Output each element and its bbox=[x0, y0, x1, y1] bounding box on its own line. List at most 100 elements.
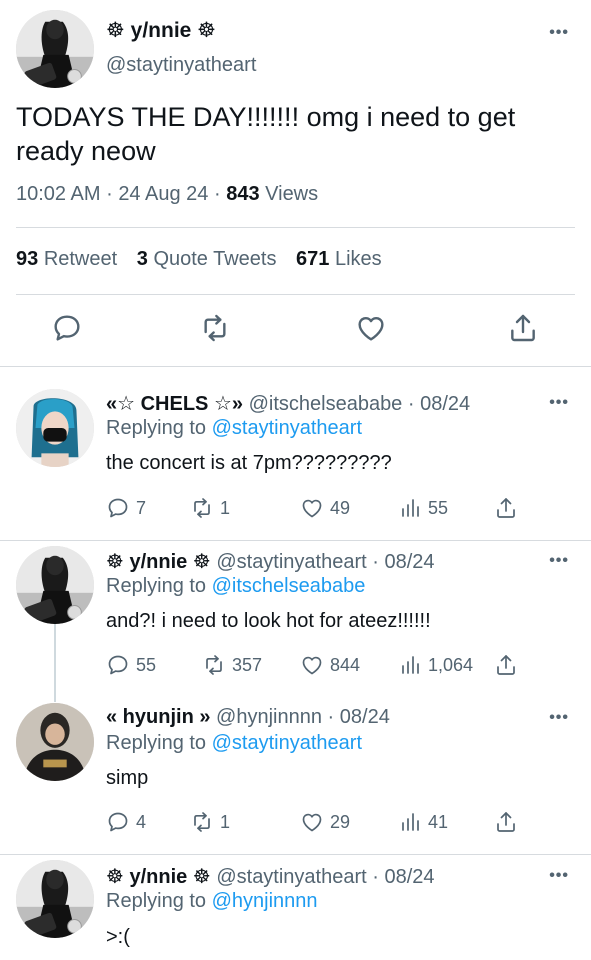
like-button[interactable]: 49 bbox=[300, 495, 350, 521]
reply-date: 08/24 bbox=[339, 706, 390, 728]
display-name[interactable]: ☸ y/nnie ☸ bbox=[106, 866, 211, 888]
reply-date: 08/24 bbox=[384, 866, 435, 888]
reply-text: simp bbox=[106, 767, 149, 789]
reply-text: >:( bbox=[106, 926, 130, 948]
heart-icon bbox=[300, 810, 324, 834]
reply-icon[interactable] bbox=[51, 312, 83, 344]
reply-header: ☸ y/nnie ☸ @staytinyatheart · 08/24 bbox=[106, 551, 435, 573]
reply-header: «☆ CHELS ☆» @itschelseababe · 08/24 bbox=[106, 393, 471, 415]
views-label: Views bbox=[265, 183, 319, 205]
separator: · bbox=[106, 183, 113, 205]
display-name[interactable]: «☆ CHELS ☆» bbox=[106, 393, 243, 415]
avatar[interactable] bbox=[16, 546, 94, 624]
reply-date: 08/24 bbox=[420, 393, 471, 415]
reply-button[interactable]: 7 bbox=[106, 495, 146, 521]
replying-to: Replying to @itschelseababe bbox=[106, 575, 366, 597]
avatar[interactable] bbox=[16, 860, 94, 938]
display-name[interactable]: ☸ y/nnie ☸ bbox=[106, 551, 211, 573]
handle[interactable]: @staytinyatheart bbox=[106, 54, 256, 77]
reply-button[interactable]: 55 bbox=[106, 652, 156, 678]
mention-link[interactable]: @itschelseababe bbox=[212, 575, 366, 597]
views-button[interactable]: 41 bbox=[398, 809, 448, 835]
divider bbox=[16, 227, 575, 228]
share-icon bbox=[494, 810, 518, 834]
reply-actions: 4 1 29 41 bbox=[106, 809, 536, 835]
views-button[interactable]: 55 bbox=[398, 495, 448, 521]
tweet-stats: 93 Retweet 3 Quote Tweets 671 Likes bbox=[16, 248, 382, 271]
reply-icon bbox=[106, 810, 130, 834]
like-button[interactable]: 844 bbox=[300, 652, 360, 678]
retweet-icon[interactable] bbox=[199, 312, 231, 344]
avatar[interactable] bbox=[16, 389, 94, 467]
tweet-text: TODAYS THE DAY!!!!!!! omg i need to get … bbox=[16, 102, 516, 166]
more-icon[interactable]: ••• bbox=[549, 709, 569, 727]
share-icon bbox=[494, 653, 518, 677]
reply-button[interactable]: 4 bbox=[106, 809, 146, 835]
share-button[interactable] bbox=[494, 495, 524, 521]
display-name[interactable]: « hyunjin » bbox=[106, 706, 210, 728]
retweets-label: Retweet bbox=[43, 248, 118, 270]
avatar[interactable] bbox=[16, 10, 94, 88]
mention-link[interactable]: @staytinyatheart bbox=[212, 732, 362, 754]
replying-to: Replying to @staytinyatheart bbox=[106, 417, 362, 439]
likes-label: Likes bbox=[334, 248, 382, 270]
likes-stat[interactable]: 671 Likes bbox=[296, 248, 382, 270]
retweet-icon bbox=[190, 496, 214, 520]
more-icon[interactable]: ••• bbox=[549, 552, 569, 570]
retweet-icon bbox=[190, 810, 214, 834]
retweet-button[interactable]: 357 bbox=[202, 652, 262, 678]
tweet-time: 10:02 AM bbox=[16, 183, 101, 205]
reply-header: ☸ y/nnie ☸ @staytinyatheart · 08/24 bbox=[106, 866, 435, 888]
tweet-actions bbox=[0, 312, 591, 352]
share-icon bbox=[494, 496, 518, 520]
views-button[interactable]: 1,064 bbox=[398, 652, 473, 678]
quotes-label: Quote Tweets bbox=[153, 248, 277, 270]
replying-to: Replying to @hynjinnnn bbox=[106, 890, 318, 912]
display-name[interactable]: ☸ y/nnie ☸ bbox=[106, 18, 216, 43]
heart-icon bbox=[300, 653, 324, 677]
divider bbox=[0, 540, 591, 541]
retweet-button[interactable]: 1 bbox=[190, 495, 230, 521]
more-icon[interactable]: ••• bbox=[549, 394, 569, 412]
views-count: 843 bbox=[226, 183, 260, 205]
more-icon[interactable]: ••• bbox=[549, 24, 569, 42]
share-button[interactable] bbox=[494, 809, 524, 835]
heart-icon bbox=[300, 496, 324, 520]
reply-text: the concert is at 7pm????????? bbox=[106, 452, 392, 474]
tweet-date: 24 Aug 24 bbox=[118, 183, 209, 205]
divider bbox=[0, 854, 591, 855]
reply-date: 08/24 bbox=[384, 551, 435, 573]
handle[interactable]: @staytinyatheart bbox=[216, 866, 366, 888]
more-icon[interactable]: ••• bbox=[549, 867, 569, 885]
views-icon bbox=[398, 496, 422, 520]
reply-icon bbox=[106, 496, 130, 520]
divider bbox=[0, 366, 591, 367]
retweet-button[interactable]: 1 bbox=[190, 809, 230, 835]
retweet-icon bbox=[202, 653, 226, 677]
avatar[interactable] bbox=[16, 703, 94, 781]
reply-actions: 55 357 844 1,064 bbox=[106, 652, 536, 678]
replying-to: Replying to @staytinyatheart bbox=[106, 732, 362, 754]
likes-count: 671 bbox=[296, 248, 330, 270]
tweet-meta: 10:02 AM · 24 Aug 24 · 843 Views bbox=[16, 183, 318, 206]
retweets-stat[interactable]: 93 Retweet bbox=[16, 248, 117, 270]
share-button[interactable] bbox=[494, 652, 524, 678]
heart-icon[interactable] bbox=[355, 312, 387, 344]
handle[interactable]: @itschelseababe bbox=[249, 393, 403, 415]
separator: · bbox=[213, 183, 221, 205]
handle[interactable]: @staytinyatheart bbox=[216, 551, 366, 573]
handle[interactable]: @hynjinnnn bbox=[216, 706, 322, 728]
mention-link[interactable]: @hynjinnnn bbox=[212, 890, 318, 912]
divider bbox=[16, 294, 575, 295]
like-button[interactable]: 29 bbox=[300, 809, 350, 835]
mention-link[interactable]: @staytinyatheart bbox=[212, 417, 362, 439]
reply-text: and?! i need to look hot for ateez!!!!!! bbox=[106, 610, 431, 632]
reply-icon bbox=[106, 653, 130, 677]
thread-line bbox=[54, 624, 56, 702]
views-icon bbox=[398, 810, 422, 834]
reply-actions: 7 1 49 55 bbox=[106, 495, 536, 521]
share-icon[interactable] bbox=[507, 312, 539, 344]
reply-header: « hyunjin » @hynjinnnn · 08/24 bbox=[106, 706, 390, 728]
quotes-stat[interactable]: 3 Quote Tweets bbox=[137, 248, 277, 270]
views-icon bbox=[398, 653, 422, 677]
